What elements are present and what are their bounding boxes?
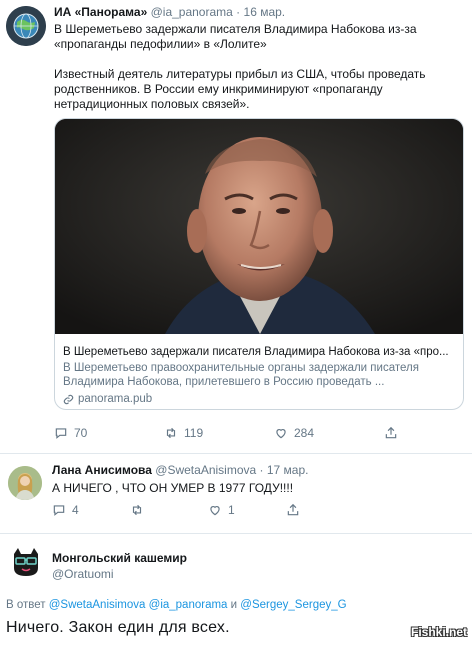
link-card[interactable]: В Шереметьево задержали писателя Владими… <box>54 118 464 410</box>
tweet-body: А НИЧЕГО , ЧТО ОН УМЕР В 1977 ГОДУ!!!! <box>52 481 294 495</box>
card-title[interactable]: В Шереметьево задержали писателя Владими… <box>63 345 459 359</box>
retweet-icon <box>166 427 176 439</box>
tweet-line: родственников. В России ему инкриминирую… <box>54 82 383 96</box>
tweet-date[interactable]: 16 мар. <box>244 5 286 19</box>
reply-icon <box>55 428 67 439</box>
retweet-icon <box>132 504 142 516</box>
tweet-date[interactable]: 17 мар. <box>267 463 309 477</box>
mention-joiner: и <box>230 599 238 611</box>
globe-logo-icon <box>6 6 46 46</box>
tweet-header: Лана Анисимова @SwetaAnisimova · 17 мар. <box>52 463 308 477</box>
tweet-panorama[interactable]: ИА «Панорама» @ia_panorama · 16 мар. В Ш… <box>0 0 472 450</box>
tweet-line: «пропаганды педофилии» в «Лолите» <box>54 37 267 51</box>
retweet-button[interactable] <box>130 503 208 517</box>
retweet-count: 119 <box>184 426 204 440</box>
card-domain[interactable]: panorama.pub <box>78 392 152 406</box>
card-link[interactable]: panorama.pub <box>63 392 459 406</box>
avatar-photo <box>8 466 42 500</box>
card-description: В Шереметьево правоохранительные органы … <box>63 362 419 374</box>
reply-button[interactable]: 70 <box>54 426 164 440</box>
tweet-line: Известный деятель литературы прибыл из С… <box>54 67 426 81</box>
card-photo <box>55 119 463 334</box>
avatar[interactable] <box>6 6 46 46</box>
tweet-body: В Шереметьево задержали писателя Владими… <box>54 22 464 112</box>
reply-prefix: В ответ <box>6 599 46 611</box>
reply-button[interactable]: 4 <box>52 503 130 517</box>
like-count: 284 <box>294 426 315 440</box>
separator: · <box>259 463 264 477</box>
reply-count: 4 <box>72 503 79 517</box>
mention-link[interactable]: @Sergey_Sergey_G <box>240 599 346 611</box>
retweet-button[interactable]: 119 <box>164 426 274 440</box>
share-icon <box>287 503 299 516</box>
reply-context: В ответ @SwetaAnisimova @ia_panorama и @… <box>6 599 347 611</box>
share-button[interactable] <box>286 503 300 517</box>
tweet-actions: 4 1 <box>52 503 300 517</box>
heart-icon <box>276 429 286 439</box>
tweet-actions: 70 119 284 <box>54 426 398 440</box>
card-description: Владимира Набокова, прилетевшего в Росси… <box>63 376 385 388</box>
cat-avatar-icon <box>8 544 44 580</box>
like-count: 1 <box>228 503 235 517</box>
reply-count: 70 <box>74 426 88 440</box>
tweet-body: Ничего. Закон един для всех. <box>6 619 230 636</box>
tweet-header: Монгольский кашемир <box>52 551 187 565</box>
author-name[interactable]: Монгольский кашемир <box>52 551 187 565</box>
author-handle[interactable]: @SwetaAnisimova <box>155 463 256 477</box>
reply-icon <box>53 505 65 516</box>
avatar[interactable] <box>8 544 44 580</box>
avatar[interactable] <box>8 466 42 500</box>
author-handle[interactable]: @Oratuomi <box>52 567 114 581</box>
tweet-line: нетрадиционных половых связей». <box>54 97 250 111</box>
heart-icon <box>210 506 220 516</box>
tweet-reply-anisimova[interactable]: Лана Анисимова @SwetaAnisimova · 17 мар.… <box>0 454 472 532</box>
mention-link[interactable]: @ia_panorama <box>149 599 228 611</box>
tweet-line: В Шереметьево задержали писателя Владими… <box>54 22 417 36</box>
site-watermark: Fishki.net <box>410 625 467 639</box>
author-name[interactable]: ИА «Панорама» <box>54 5 147 19</box>
author-handle[interactable]: @ia_panorama <box>151 5 233 19</box>
tweet-header: ИА «Панорама» @ia_panorama · 16 мар. <box>54 5 285 19</box>
like-button[interactable]: 284 <box>274 426 384 440</box>
separator: · <box>236 5 241 19</box>
like-button[interactable]: 1 <box>208 503 286 517</box>
share-button[interactable] <box>384 426 398 440</box>
share-icon <box>385 426 397 439</box>
author-name[interactable]: Лана Анисимова <box>52 463 152 477</box>
tweet-line <box>54 52 464 67</box>
mention-link[interactable]: @SwetaAnisimova <box>49 599 146 611</box>
tweet-subheader: @Oratuomi <box>52 567 114 581</box>
link-icon <box>63 394 74 404</box>
portrait-photo <box>55 119 463 334</box>
